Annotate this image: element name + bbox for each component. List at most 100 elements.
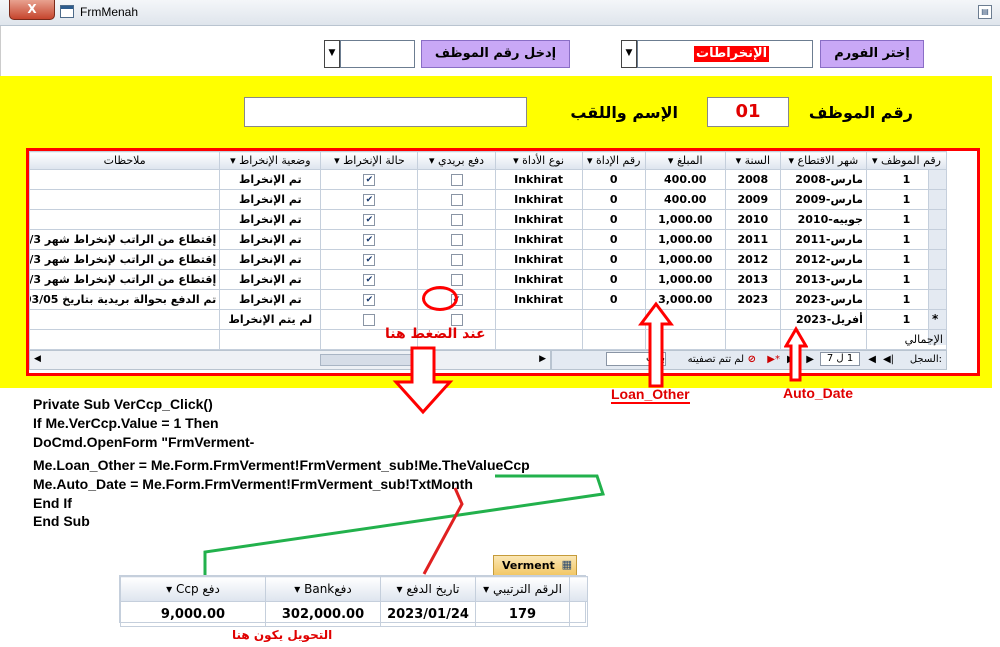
column-header-membership-state[interactable]: حالة الإنخراط ▾ — [320, 151, 419, 170]
cell-month[interactable]: مارس-2023 — [779, 289, 867, 310]
cell-membership-status[interactable]: تم الإنخراط — [219, 269, 322, 290]
cell-notes[interactable] — [28, 209, 221, 230]
cell-employee[interactable]: 1 — [865, 269, 948, 290]
scroll-left-icon[interactable]: ◀ — [34, 354, 41, 364]
state-checkbox[interactable] — [363, 314, 376, 326]
cell-membership-state[interactable]: ✔ — [320, 269, 419, 290]
cell-membership-status[interactable]: تم الإنخراط — [219, 229, 322, 250]
cell-notes[interactable] — [28, 169, 221, 190]
cell-tool-number[interactable]: 0 — [581, 209, 646, 230]
postal-checkbox[interactable] — [450, 254, 463, 266]
cell-tool-number[interactable]: 0 — [581, 189, 646, 210]
state-checkbox[interactable]: ✔ — [363, 254, 376, 266]
new-record-icon[interactable]: ▶* — [767, 354, 780, 365]
cell-year[interactable]: 2011 — [724, 229, 781, 250]
cell-tool-type[interactable]: Inkhirat — [494, 209, 583, 230]
table-row[interactable]: 1 مارس-2009 2009 400.00 0 Inkhirat ✔ تم الإنخرا… — [28, 189, 948, 210]
cell-employee[interactable]: 1 — [865, 189, 948, 210]
state-checkbox[interactable]: ✔ — [363, 194, 376, 206]
column-header-membership-status[interactable]: وضعية الإنخراط ▾ — [219, 151, 322, 170]
form-combo-dropdown-icon[interactable]: ▼ — [621, 40, 637, 68]
window-menu-icon[interactable]: ▤ — [978, 5, 992, 19]
cell-month[interactable]: مارس-2013 — [779, 269, 867, 290]
column-header-amount[interactable]: المبلغ ▾ — [644, 151, 726, 170]
verment-row[interactable]: 179 2023/01/24 302,000.00 9,000.00 — [120, 601, 588, 627]
state-checkbox[interactable]: ✔ — [363, 214, 376, 226]
table-row[interactable]: 1 مارس-2008 2008 400.00 0 Inkhirat ✔ تم الإنخرا… — [28, 169, 948, 190]
cell-amount[interactable]: 1,000.00 — [644, 209, 726, 230]
cell-membership-status[interactable]: تم الإنخراط — [219, 169, 322, 190]
verment-header-bank[interactable]: دفعBank ▾ — [265, 576, 381, 602]
cell-month[interactable]: مارس-2009 — [779, 189, 867, 210]
employee-combo[interactable] — [340, 40, 415, 68]
cell-tool-type[interactable]: Inkhirat — [494, 249, 583, 270]
cell-tool-number[interactable]: 0 — [581, 249, 646, 270]
state-checkbox[interactable]: ✔ — [363, 294, 376, 306]
cell-year[interactable]: 2013 — [724, 269, 781, 290]
cell-postal-payment[interactable] — [417, 229, 496, 250]
cell-month[interactable]: مارس-2012 — [779, 249, 867, 270]
verment-cell-bank[interactable]: 302,000.00 — [265, 601, 381, 627]
cell-membership-state[interactable]: ✔ — [320, 229, 419, 250]
cell-membership-status[interactable]: تم الإنخراط — [219, 289, 322, 310]
new-record-row[interactable]: 1 أفريل-2023 لم يتم الإنخراط — [28, 309, 948, 330]
cell-month[interactable]: جوييه-2010 — [779, 209, 867, 230]
first-record-icon[interactable]: ◀| — [883, 354, 894, 365]
state-checkbox[interactable]: ✔ — [363, 274, 376, 286]
cell-employee[interactable]: 1 — [865, 289, 948, 310]
cell-membership-status[interactable]: تم الإنخراط — [219, 209, 322, 230]
cell-tool-type[interactable]: Inkhirat — [494, 169, 583, 190]
cell-amount[interactable]: 400.00 — [644, 169, 726, 190]
postal-checkbox[interactable] — [450, 234, 463, 246]
name-field[interactable] — [244, 97, 527, 127]
cell-amount[interactable]: 400.00 — [644, 189, 726, 210]
cell-membership-status[interactable]: لم يتم الإنخراط — [219, 309, 322, 330]
cell-tool-number[interactable]: 0 — [581, 269, 646, 290]
cell-postal-payment[interactable] — [417, 189, 496, 210]
cell-employee[interactable]: 1 — [865, 249, 948, 270]
cell-tool-type[interactable]: Inkhirat — [494, 289, 583, 310]
cell-postal-payment[interactable] — [417, 169, 496, 190]
cell-membership-state[interactable]: ✔ — [320, 209, 419, 230]
cell-tool-number[interactable]: 0 — [581, 229, 646, 250]
cell-year[interactable]: 2023 — [724, 289, 781, 310]
employee-combo-dropdown-icon[interactable]: ▼ — [324, 40, 340, 68]
cell-year[interactable]: 2010 — [724, 209, 781, 230]
cell-membership-status[interactable]: تم الإنخراط — [219, 249, 322, 270]
filter-status[interactable]: لم تتم تصفيته — [688, 354, 744, 365]
cell-year[interactable]: 2009 — [724, 189, 781, 210]
table-row[interactable]: 1 مارس-2023 2023 3,000.00 0 Inkhirat ✔ ✔ تم الإن… — [28, 289, 948, 310]
cell-membership-state[interactable]: ✔ — [320, 189, 419, 210]
cell-year[interactable]: 2008 — [724, 169, 781, 190]
cell-notes[interactable]: إقتطاع من الراتب لإنخراط شهر 13/3 — [28, 269, 221, 290]
cell-notes[interactable]: إقتطاع من الراتب لإنخراط شهر 12/3 — [28, 249, 221, 270]
cell-postal-payment[interactable] — [417, 209, 496, 230]
verment-tab[interactable]: Verment ▦ — [493, 555, 577, 575]
cell-employee[interactable]: 1 — [865, 169, 948, 190]
cell-year[interactable]: 2012 — [724, 249, 781, 270]
cell-notes[interactable]: تم الدفع بحوالة بريدية بتاريخ 03/05 — [28, 289, 221, 310]
cell-membership-status[interactable]: تم الإنخراط — [219, 189, 322, 210]
postal-checkbox[interactable] — [450, 174, 463, 186]
postal-checkbox[interactable] — [450, 274, 463, 286]
cell-employee[interactable]: 1 — [865, 209, 948, 230]
cell-tool-number[interactable]: 0 — [581, 169, 646, 190]
cell-postal-payment[interactable] — [417, 269, 496, 290]
cell-month[interactable]: مارس-2011 — [779, 229, 867, 250]
filter-icon[interactable]: ⊘ — [748, 354, 756, 365]
postal-checkbox[interactable] — [450, 214, 463, 226]
horizontal-scrollbar[interactable]: ◀ ▶ — [29, 350, 551, 370]
state-checkbox[interactable]: ✔ — [363, 174, 376, 186]
cell-membership-state[interactable]: ✔ — [320, 249, 419, 270]
cell-postal-payment[interactable] — [417, 249, 496, 270]
scroll-right-icon[interactable]: ▶ — [539, 354, 546, 364]
postal-checkbox[interactable] — [450, 194, 463, 206]
verment-cell-serial[interactable]: 179 — [475, 601, 570, 627]
table-row[interactable]: 1 مارس-2012 2012 1,000.00 0 Inkhirat ✔ تم الإنخ… — [28, 249, 948, 270]
cell-tool-type[interactable]: Inkhirat — [494, 269, 583, 290]
column-header-month[interactable]: شهر الاقتطاع ▾ — [779, 151, 867, 170]
cell-tool-type[interactable]: Inkhirat — [494, 229, 583, 250]
column-header-employee[interactable]: رقم الموظف ▾ — [865, 151, 948, 170]
employee-number-field[interactable]: 01 — [707, 97, 789, 127]
cell-month[interactable]: مارس-2008 — [779, 169, 867, 190]
